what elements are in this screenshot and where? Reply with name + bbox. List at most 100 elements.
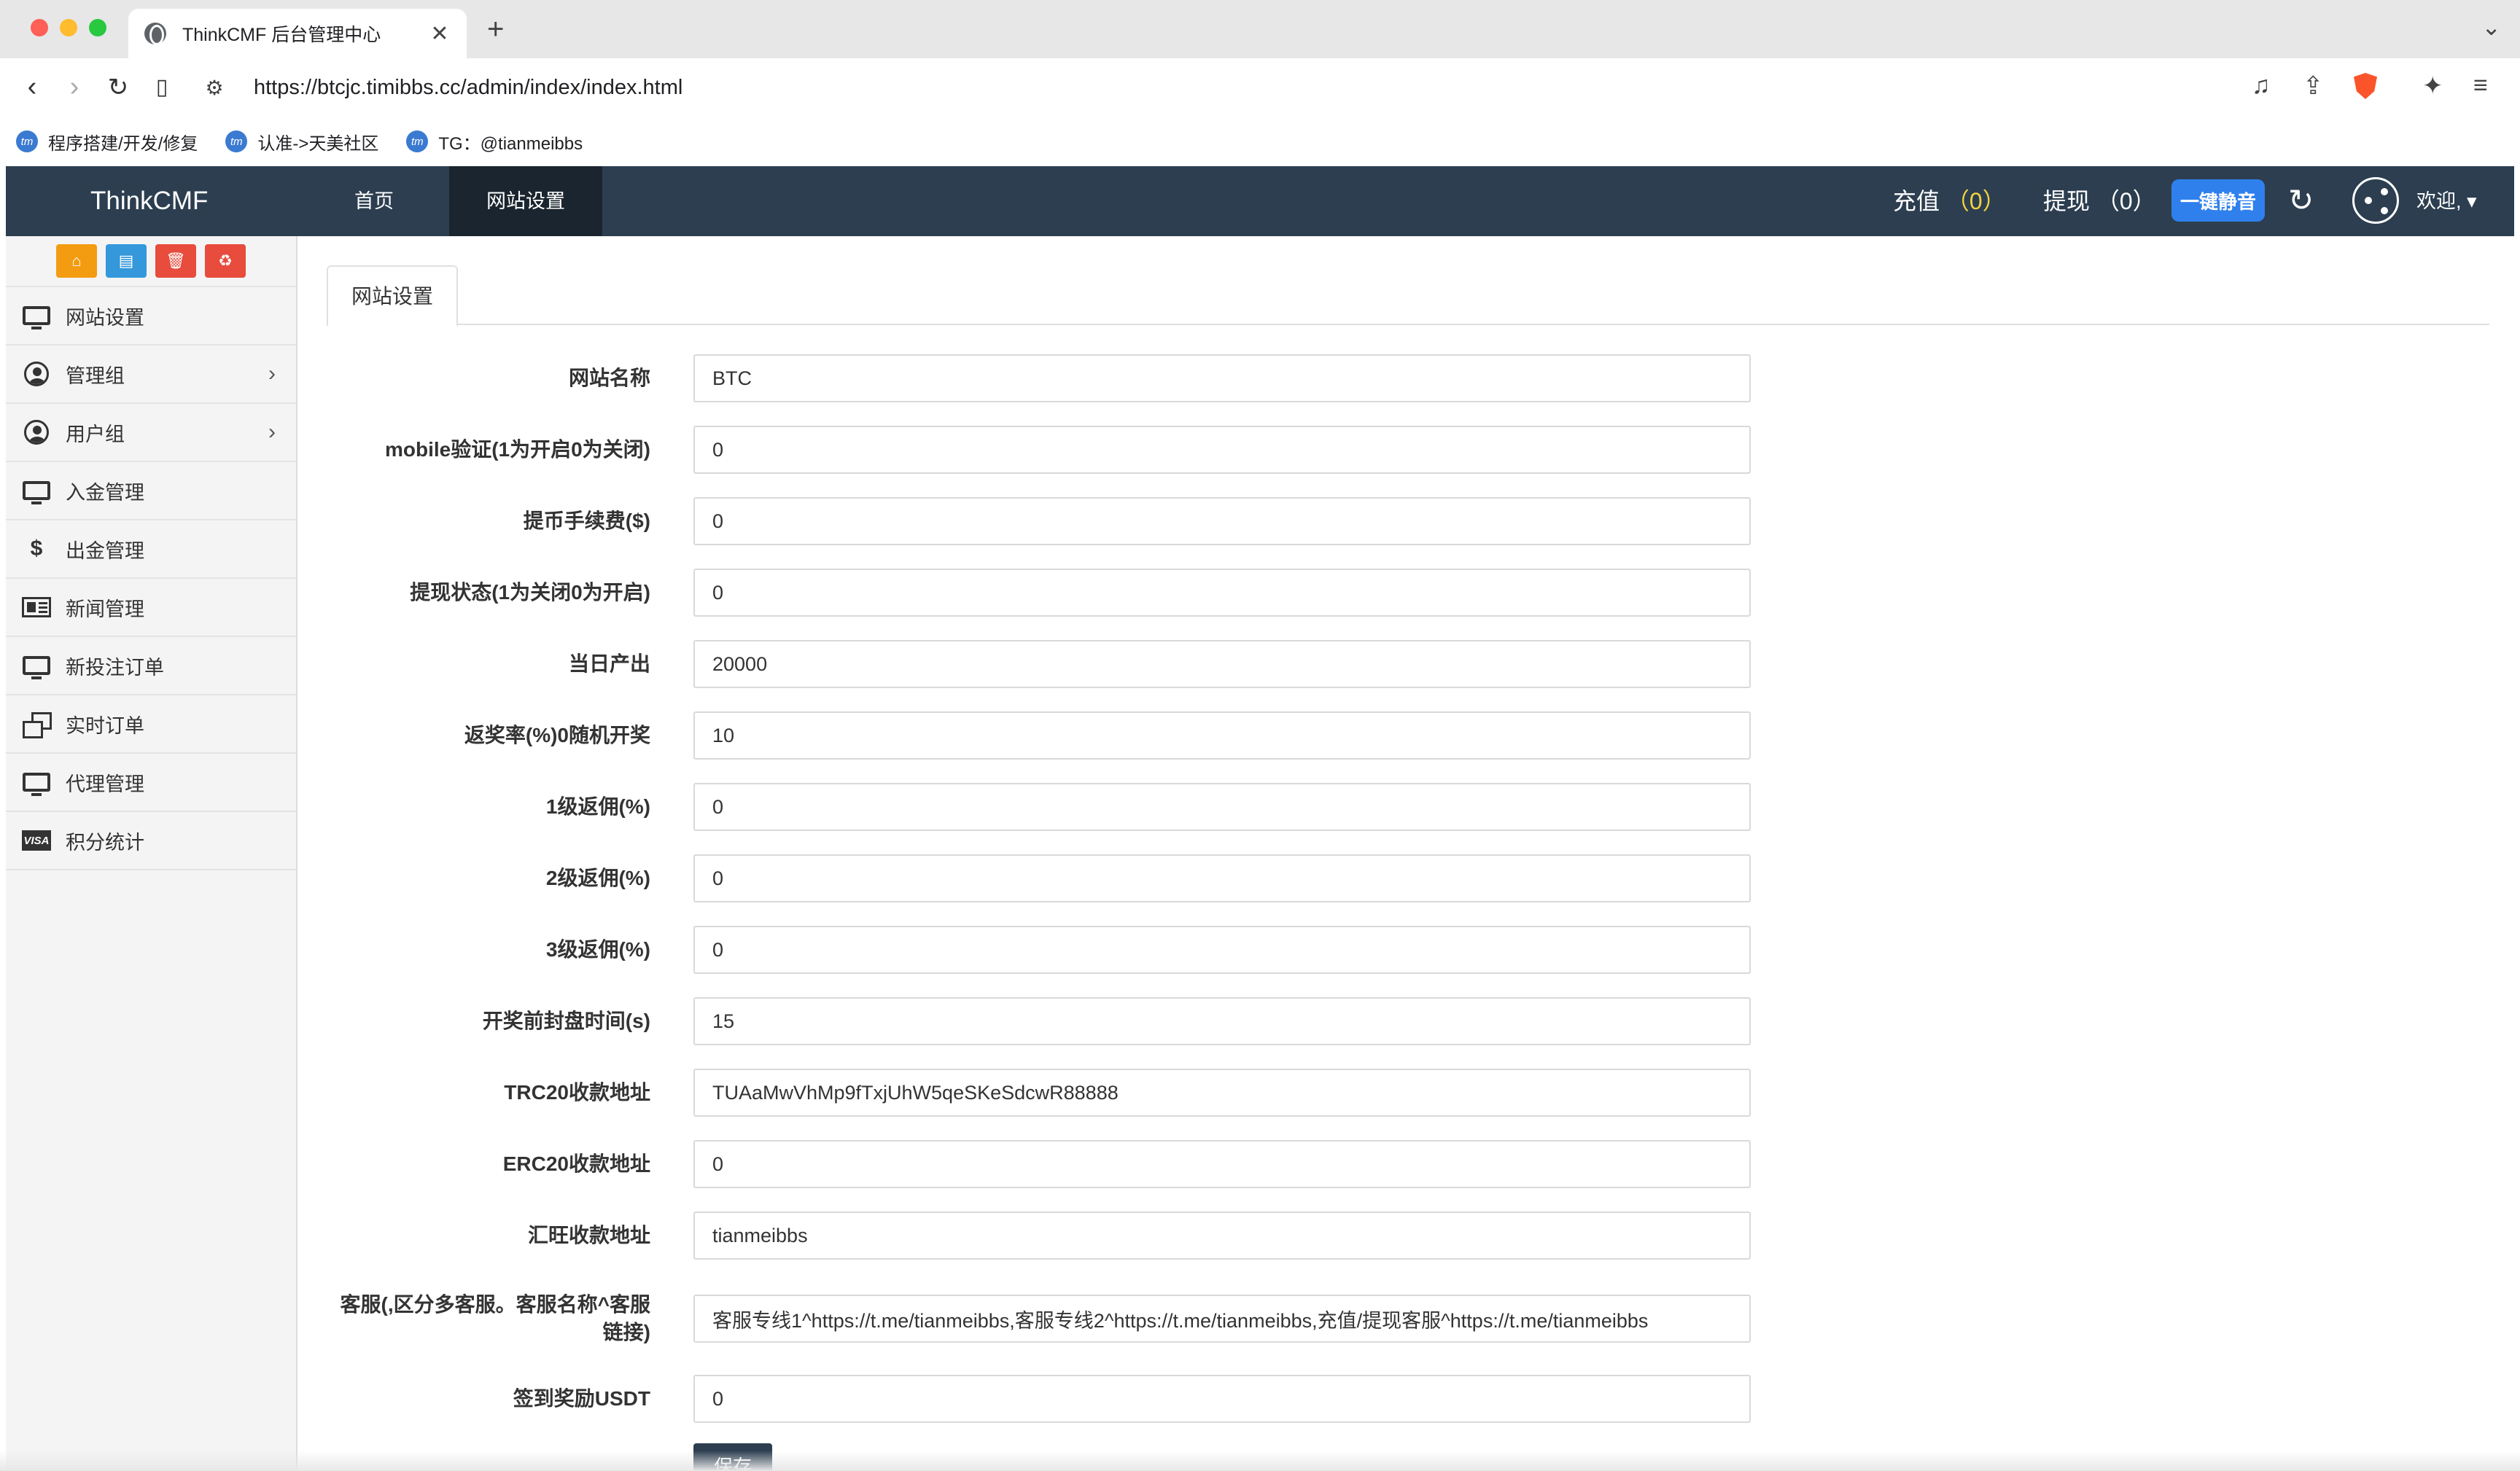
tab-site-settings[interactable]: 网站设置 xyxy=(327,265,459,327)
trash-icon: 🗑 xyxy=(166,251,186,270)
field-label: 3级返佣(%) xyxy=(545,938,650,961)
main-content: 网站设置 网站名称 mobile验证(1为开启0为关闭) 提币手续费($) 提现… xyxy=(299,236,2520,1471)
menu-icon[interactable]: ≡ xyxy=(2473,71,2488,100)
site-name-input[interactable] xyxy=(693,354,1751,402)
form-row: 汇旺收款地址 xyxy=(299,1211,2195,1283)
monitor-icon xyxy=(22,770,51,796)
form-row: ERC20收款地址 xyxy=(299,1140,2195,1211)
globe-icon xyxy=(144,23,166,45)
mobile-verify-input[interactable] xyxy=(693,426,1751,474)
caret-down-icon: ▾ xyxy=(2467,190,2477,212)
monitor-icon xyxy=(22,654,51,679)
daily-output-input[interactable] xyxy=(693,640,1751,688)
field-label: 当日产出 xyxy=(568,652,650,675)
sidebar-item-label: 网站设置 xyxy=(66,306,144,329)
bookmark-item[interactable]: tm 程序搭建/开发/修复 xyxy=(16,129,198,155)
media-icon[interactable]: ♫ xyxy=(2252,71,2271,100)
brand-logo[interactable]: ThinkCMF xyxy=(90,166,208,236)
trc20-address-input[interactable] xyxy=(693,1069,1751,1117)
field-label: 开奖前封盘时间(s) xyxy=(482,1010,650,1032)
withdraw-fee-input[interactable] xyxy=(693,497,1751,545)
trash-shortcut-button[interactable]: 🗑 xyxy=(155,244,196,278)
field-label: 提现状态(1为关闭0为开启) xyxy=(410,581,650,604)
home-icon: ⌂ xyxy=(71,251,82,270)
field-label: 签到奖励USDT xyxy=(513,1387,650,1410)
form-row: 1级返佣(%) xyxy=(299,783,2195,854)
back-arrow-icon[interactable]: ‹ xyxy=(16,71,48,103)
chevron-right-icon: › xyxy=(268,420,276,444)
field-label: 返奖率(%)0随机开奖 xyxy=(464,724,650,746)
sidebar-item-label: 实时订单 xyxy=(66,714,144,737)
sidebar-item-agents[interactable]: 代理管理 xyxy=(6,754,296,812)
sidebar-item-label: 入金管理 xyxy=(66,481,144,504)
file-shortcut-button[interactable]: ▤ xyxy=(106,244,147,278)
clone-icon xyxy=(22,712,52,738)
newspaper-icon xyxy=(22,596,51,619)
customer-service-input[interactable] xyxy=(693,1295,1751,1343)
bookmark-item[interactable]: tm TG：@tianmeibbs xyxy=(406,129,583,155)
sidebar-item-points[interactable]: VISA 积分统计 xyxy=(6,812,296,870)
home-shortcut-button[interactable]: ⌂ xyxy=(56,244,97,278)
checkin-reward-input[interactable] xyxy=(693,1375,1751,1423)
forward-arrow-icon[interactable]: › xyxy=(58,71,90,103)
sidebar-item-new-bet-orders[interactable]: 新投注订单 xyxy=(6,637,296,695)
withdraw-open-paren: （ xyxy=(2096,188,2120,214)
sidebar: ⌂ ▤ 🗑 ♻ 网站设置 管理组 › 用户组 › 入金管理 $ 出金管理 新闻管… xyxy=(6,236,298,1471)
field-label: 2级返佣(%) xyxy=(545,867,650,889)
bookmark-icon[interactable]: ▯ xyxy=(146,74,178,100)
form-row: 提币手续费($) xyxy=(299,497,2195,569)
level2-commission-input[interactable] xyxy=(693,854,1751,902)
sidebar-item-news[interactable]: 新闻管理 xyxy=(6,579,296,637)
bookmark-item[interactable]: tm 认准->天美社区 xyxy=(225,129,378,155)
window-zoom-button[interactable] xyxy=(89,19,106,36)
sidebar-item-withdrawal[interactable]: $ 出金管理 xyxy=(6,520,296,579)
bookmark-label: TG：@tianmeibbs xyxy=(438,133,583,154)
sidebar-item-label: 管理组 xyxy=(66,364,125,387)
window-bottom-edge xyxy=(0,1451,2520,1471)
form-row: 签到奖励USDT xyxy=(299,1375,2195,1446)
sidebar-item-realtime-orders[interactable]: 实时订单 xyxy=(6,695,296,754)
new-tab-button[interactable]: + xyxy=(487,13,504,46)
field-label: 网站名称 xyxy=(568,367,650,389)
window-minimize-button[interactable] xyxy=(60,19,77,36)
form-row: 2级返佣(%) xyxy=(299,854,2195,926)
recharge-counter[interactable]: 充值 （0） xyxy=(1893,166,2006,236)
window-close-button[interactable] xyxy=(31,19,48,36)
bookmark-label: 程序搭建/开发/修复 xyxy=(48,133,198,154)
file-icon: ▤ xyxy=(118,251,134,270)
nav-home[interactable]: 首页 xyxy=(319,166,429,236)
refresh-icon[interactable]: ↻ xyxy=(2288,182,2314,218)
withdraw-counter[interactable]: 提现 （0） xyxy=(2043,166,2156,236)
close-time-input[interactable] xyxy=(693,997,1751,1045)
address-bar[interactable]: ⚙ https://btcjc.timibbs.cc/admin/index/i… xyxy=(192,66,2409,109)
recharge-count: 0 xyxy=(1969,188,1983,214)
huiwang-address-input[interactable] xyxy=(693,1211,1751,1260)
bookmark-label: 认准->天美社区 xyxy=(257,133,379,154)
browser-tab[interactable]: ThinkCMF 后台管理中心 ✕ xyxy=(128,9,467,58)
sidebar-item-admin-group[interactable]: 管理组 › xyxy=(6,346,296,404)
site-favicon-icon: tm xyxy=(225,130,248,152)
reload-icon[interactable]: ↻ xyxy=(102,73,134,102)
form-row: TRC20收款地址 xyxy=(299,1069,2195,1140)
leo-ai-icon[interactable]: ✦ xyxy=(2422,71,2443,101)
site-settings-icon[interactable]: ⚙ xyxy=(192,66,236,109)
level3-commission-input[interactable] xyxy=(693,926,1751,974)
field-label: 客服(,区分多客服。客服名称^客服链接) xyxy=(340,1293,650,1343)
sidebar-item-deposit[interactable]: 入金管理 xyxy=(6,462,296,520)
close-tab-button[interactable]: ✕ xyxy=(429,21,451,47)
sidebar-item-user-group[interactable]: 用户组 › xyxy=(6,404,296,462)
welcome-dropdown[interactable]: 欢迎, ▾ xyxy=(2416,166,2477,236)
avatar[interactable] xyxy=(2352,177,2399,224)
tab-list-chevron-icon[interactable]: ⌄ xyxy=(2481,13,2501,41)
level1-commission-input[interactable] xyxy=(693,783,1751,831)
erc20-address-input[interactable] xyxy=(693,1140,1751,1188)
nav-site-settings[interactable]: 网站设置 xyxy=(449,166,602,236)
form-row: 返奖率(%)0随机开奖 xyxy=(299,711,2195,783)
withdraw-status-input[interactable] xyxy=(693,569,1751,617)
url-text[interactable]: https://btcjc.timibbs.cc/admin/index/ind… xyxy=(254,76,682,100)
share-icon[interactable]: ⇪ xyxy=(2303,71,2324,101)
mute-all-button[interactable]: 一键静音 xyxy=(2171,179,2265,222)
sidebar-item-site-settings[interactable]: 网站设置 xyxy=(6,287,296,346)
recycle-shortcut-button[interactable]: ♻ xyxy=(205,244,246,278)
payout-rate-input[interactable] xyxy=(693,711,1751,760)
